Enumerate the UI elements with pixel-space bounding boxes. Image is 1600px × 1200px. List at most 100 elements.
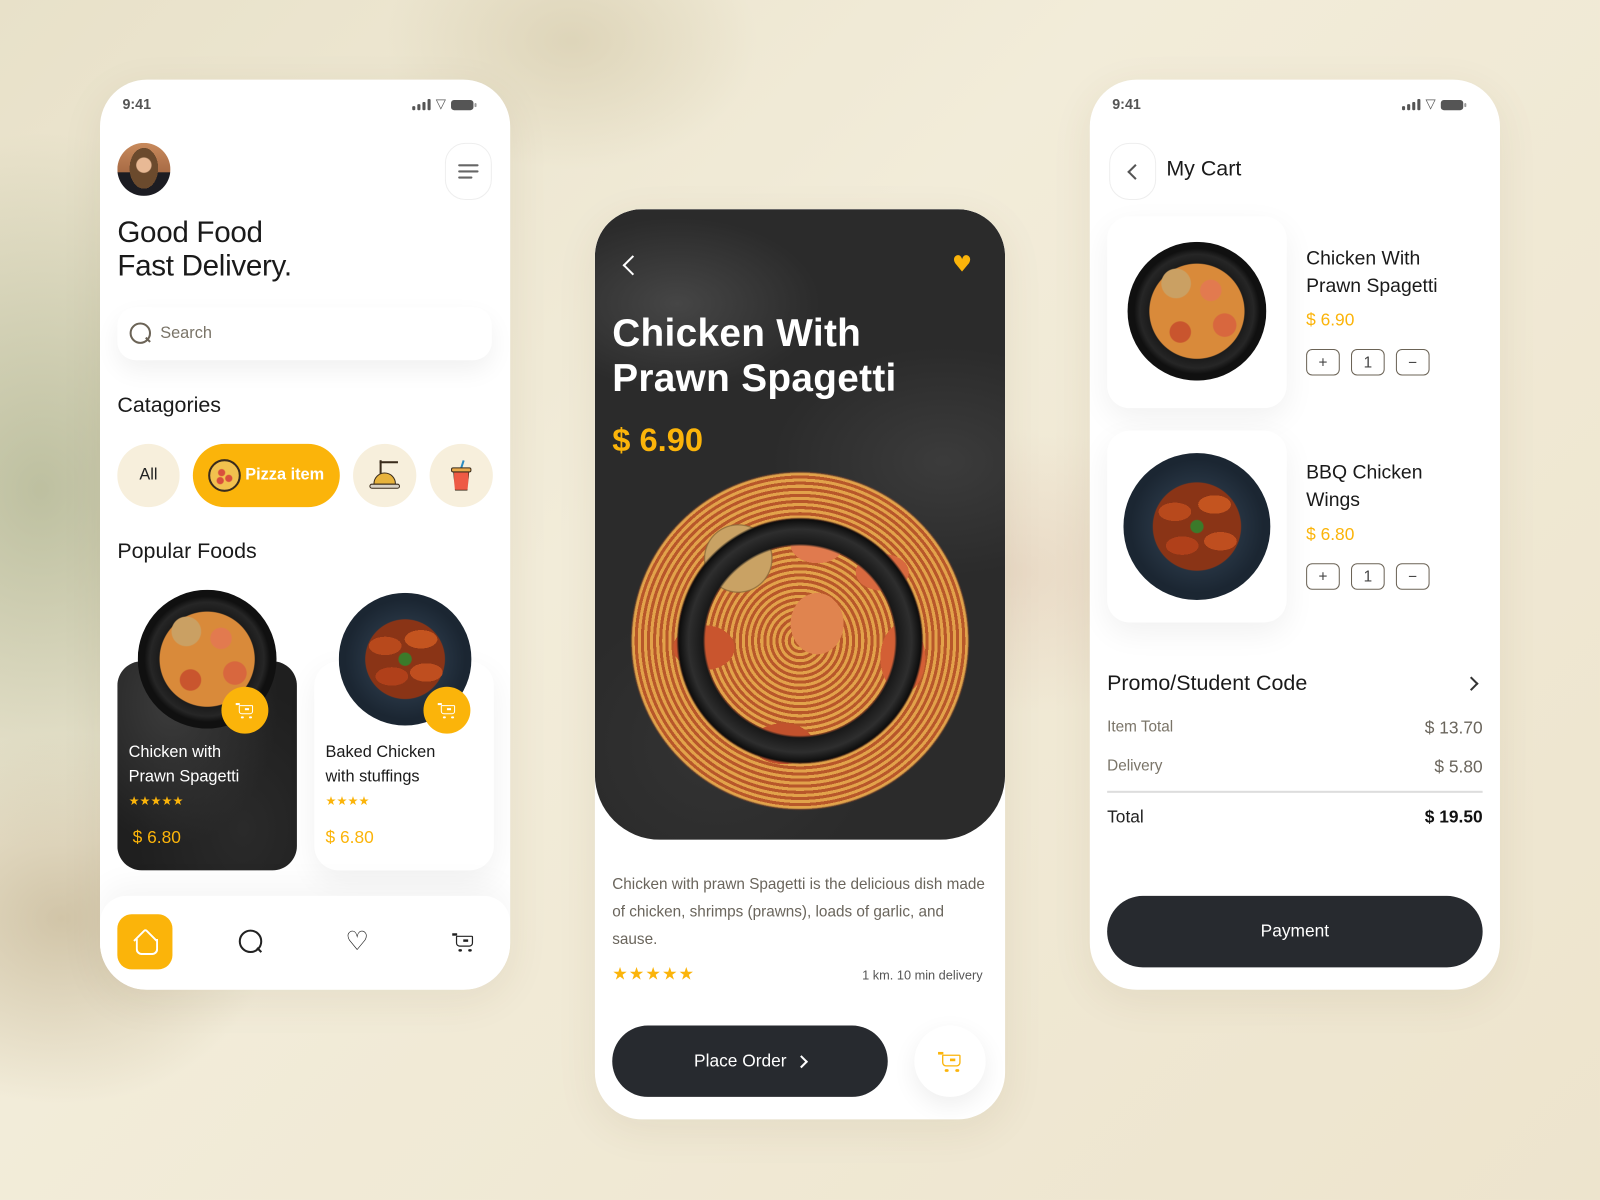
increase-button[interactable]: + (1306, 348, 1340, 376)
rating-stars: ★★★★★ (128, 793, 184, 809)
decrease-button[interactable]: − (1395, 563, 1430, 590)
status-time: 9:41 (122, 95, 152, 113)
food-price: $ 6.80 (325, 827, 374, 847)
signal-icon (412, 98, 431, 111)
decrease-button[interactable]: − (1395, 348, 1430, 376)
quantity-stepper: + 1 − (1306, 348, 1430, 376)
tab-favorites[interactable]: ♡ (330, 914, 385, 969)
chevron-right-icon (794, 1054, 808, 1068)
food-card[interactable]: Baked Chicken with stuffings ★★★★ $ 6.80 (314, 592, 494, 871)
tab-cart[interactable] (436, 914, 491, 969)
hero-panel: ♥ Chicken With Prawn Spagetti $ 6.90 (594, 209, 1006, 840)
chevron-left-icon (1126, 163, 1143, 180)
food-image-spaghetti (1127, 241, 1267, 381)
food-name: Baked Chicken with stuffings (325, 743, 436, 786)
category-pizza-label: Pizza item (245, 466, 325, 484)
delivery-label: Delivery (1107, 757, 1163, 775)
heart-icon: ♡ (345, 926, 370, 958)
delivery-info: 1 km. 10 min delivery (862, 968, 983, 983)
menu-button[interactable] (444, 142, 492, 200)
add-to-cart-button[interactable] (423, 686, 471, 734)
place-order-button[interactable]: Place Order (612, 1025, 888, 1097)
rating-stars: ★★★★★ (612, 964, 696, 985)
total-value: $ 19.50 (1424, 807, 1483, 827)
back-button[interactable] (622, 255, 643, 276)
menu-icon (458, 164, 479, 167)
cart-icon (452, 932, 474, 952)
promo-code-row[interactable]: Promo/Student Code (1107, 671, 1483, 695)
home-screen: 9:41 ▽ Good Food Fast Delivery. Catagori… (99, 79, 511, 990)
search-input[interactable] (160, 324, 467, 343)
quantity-value: 1 (1351, 348, 1385, 376)
chevron-right-icon (1464, 676, 1479, 691)
categories-title: Catagories (117, 393, 221, 418)
food-image-wings (1123, 453, 1271, 600)
food-price: $ 6.80 (132, 827, 181, 847)
pasta-icon (367, 460, 402, 491)
pizza-icon (208, 459, 242, 492)
cart-item-name: Chicken With Prawn Spagetti (1306, 247, 1438, 297)
tab-home[interactable] (117, 914, 173, 970)
category-all-label: All (139, 466, 158, 484)
category-pizza[interactable]: Pizza item (192, 443, 340, 508)
item-total-value: $ 13.70 (1424, 718, 1483, 738)
signal-icon (1402, 98, 1421, 111)
status-time: 9:41 (1112, 95, 1141, 113)
plate-rim (628, 469, 972, 813)
cart-icon (938, 1051, 962, 1072)
total-label: Total (1107, 807, 1144, 827)
food-title: Chicken With Prawn Spagetti (612, 312, 897, 400)
tab-search[interactable] (223, 914, 278, 969)
popular-foods-title: Popular Foods (117, 539, 257, 564)
food-price: $ 6.90 (612, 421, 704, 459)
back-button[interactable] (1109, 142, 1157, 200)
bottom-tab-bar: ♡ (99, 895, 511, 990)
battery-icon (451, 99, 477, 110)
place-order-label: Place Order (694, 1051, 787, 1071)
headline: Good Food Fast Delivery. (117, 216, 292, 283)
cart-item-name: BBQ Chicken Wings (1306, 462, 1423, 512)
wifi-icon: ▽ (1425, 96, 1436, 113)
showcase-background: 9:41 ▽ Good Food Fast Delivery. Catagori… (0, 0, 1600, 1200)
search-icon (129, 322, 152, 344)
payment-button[interactable]: Payment (1107, 895, 1483, 968)
cart-item-image-card (1107, 430, 1287, 623)
cart-item-price: $ 6.80 (1306, 524, 1355, 544)
summary-divider (1107, 790, 1483, 793)
category-pasta[interactable] (353, 443, 417, 508)
quantity-value: 1 (1351, 563, 1385, 590)
total-row: Total $ 19.50 (1107, 807, 1483, 827)
cart-icon (235, 702, 254, 719)
cart-icon (437, 702, 456, 719)
page-title: My Cart (1166, 157, 1242, 181)
status-icons: ▽ (412, 96, 477, 113)
search-icon (238, 929, 263, 954)
promo-label: Promo/Student Code (1107, 671, 1308, 695)
home-icon (134, 930, 159, 956)
headline-line-2: Fast Delivery. (117, 249, 292, 283)
cart-button[interactable] (914, 1025, 986, 1097)
category-all[interactable]: All (117, 443, 180, 508)
category-drinks[interactable] (429, 443, 493, 508)
add-to-cart-button[interactable] (221, 686, 269, 734)
delivery-value: $ 5.80 (1434, 757, 1483, 777)
cart-screen: 9:41 ▽ My Cart Chicken With Prawn Spaget… (1089, 79, 1500, 990)
search-bar[interactable] (117, 307, 492, 361)
detail-screen: ♥ Chicken With Prawn Spagetti $ 6.90 Chi… (594, 209, 1006, 1120)
status-icons: ▽ (1402, 96, 1467, 113)
drink-icon (450, 460, 472, 491)
favorite-button[interactable]: ♥ (952, 254, 972, 276)
food-description: Chicken with prawn Spagetti is the delic… (612, 875, 985, 948)
food-card[interactable]: Chicken with Prawn Spagetti ★★★★★ $ 6.80 (117, 589, 297, 871)
wifi-icon: ▽ (435, 96, 446, 113)
increase-button[interactable]: + (1306, 563, 1340, 590)
food-name: Chicken with Prawn Spagetti (128, 743, 240, 786)
battery-icon (1440, 99, 1467, 110)
cart-item-price: $ 6.90 (1306, 310, 1355, 330)
delivery-row: Delivery $ 5.80 (1107, 757, 1483, 777)
user-avatar[interactable] (117, 142, 171, 196)
item-total-row: Item Total $ 13.70 (1107, 718, 1483, 738)
rating-stars: ★★★★ (325, 793, 370, 809)
item-total-label: Item Total (1107, 718, 1174, 736)
cart-item-image-card (1107, 216, 1287, 409)
